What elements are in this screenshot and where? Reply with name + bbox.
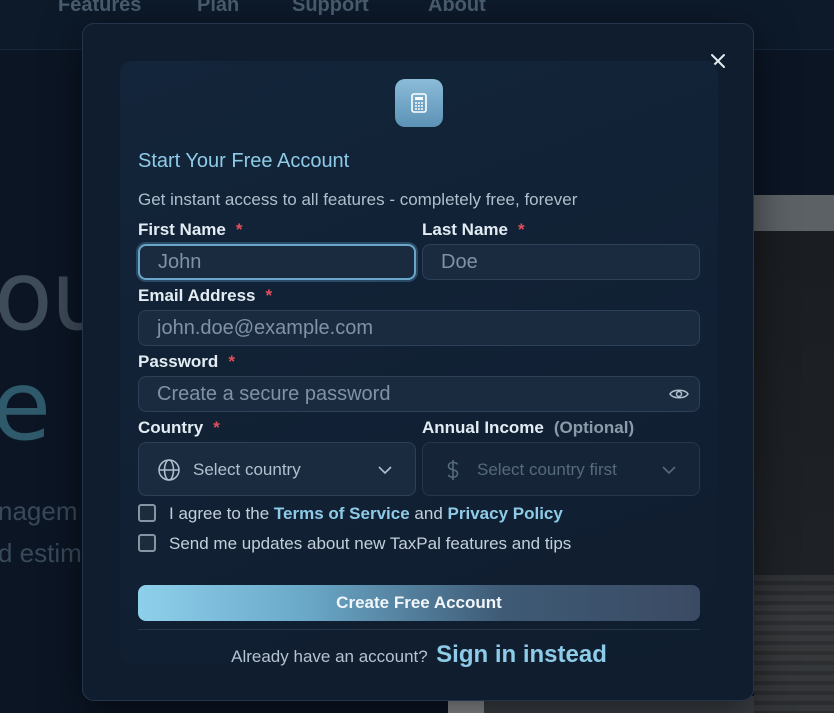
terms-checkbox[interactable] <box>138 504 156 522</box>
password-placeholder: Create a secure password <box>157 383 391 405</box>
nav-item-plan: Plan <box>197 0 240 16</box>
calculator-icon <box>395 79 443 127</box>
nav-item-about: About <box>428 0 486 16</box>
last-name-field[interactable]: Doe <box>422 244 700 280</box>
nav-item-support: Support <box>292 0 369 16</box>
country-select[interactable]: Select country <box>138 442 416 496</box>
hero-image <box>754 195 834 713</box>
signup-card: Start Your Free Account Get instant acce… <box>120 61 718 668</box>
signup-modal: Start Your Free Account Get instant acce… <box>82 23 754 701</box>
eye-icon[interactable] <box>669 387 689 401</box>
dollar-icon <box>447 460 459 480</box>
nav-item-features: Features <box>58 0 142 16</box>
globe-icon <box>158 459 180 481</box>
modal-title: Start Your Free Account <box>138 150 350 172</box>
signin-prompt: Already have an account? <box>231 647 428 666</box>
hero-heading-line2: e <box>0 350 52 462</box>
create-account-button[interactable]: Create Free Account <box>138 585 700 621</box>
hero-subtext-line2: d estim <box>0 538 82 568</box>
password-label: Password * <box>138 352 235 371</box>
country-label: Country * <box>138 418 220 437</box>
signin-row: Already have an account? Sign in instead <box>120 641 718 669</box>
email-label: Email Address * <box>138 286 273 305</box>
last-name-label: Last Name * <box>422 220 525 239</box>
income-select-value: Select country first <box>477 460 617 479</box>
privacy-policy-link[interactable]: Privacy Policy <box>448 504 563 523</box>
first-name-label: First Name * <box>138 220 243 239</box>
chevron-down-icon <box>378 466 392 475</box>
terms-text: I agree to the Terms of Service and Priv… <box>169 504 563 523</box>
terms-of-service-link[interactable]: Terms of Service <box>274 504 410 523</box>
divider <box>138 629 700 630</box>
email-field[interactable]: john.doe@example.com <box>138 310 700 346</box>
updates-text: Send me updates about new TaxPal feature… <box>169 534 572 553</box>
modal-subtitle: Get instant access to all features - com… <box>138 190 578 209</box>
chevron-down-icon <box>662 466 676 475</box>
income-select[interactable]: Select country first <box>422 442 700 496</box>
updates-checkbox[interactable] <box>138 534 156 552</box>
income-label: Annual Income (Optional) <box>422 418 635 437</box>
first-name-field[interactable]: John <box>138 244 416 280</box>
signin-link[interactable]: Sign in instead <box>436 641 607 668</box>
hero-subtext-line1: nagem <box>0 496 78 526</box>
country-select-value: Select country <box>193 460 301 479</box>
password-field[interactable]: Create a secure password <box>138 376 700 412</box>
